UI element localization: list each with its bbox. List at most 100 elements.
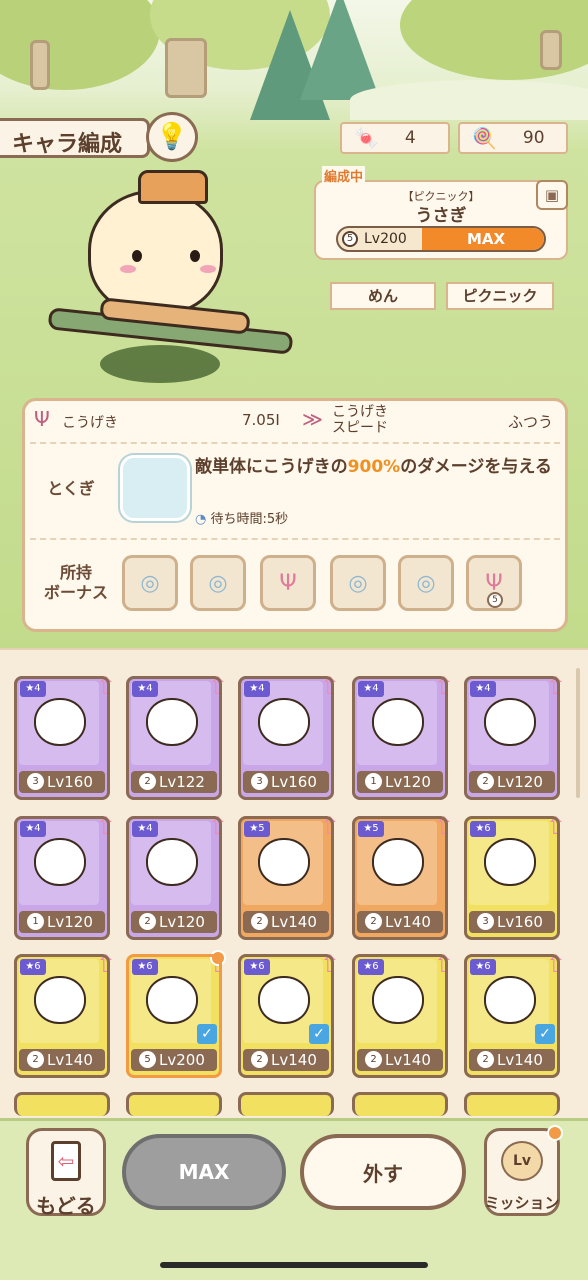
bonus-item[interactable]: ◎ <box>190 555 246 611</box>
slot-frame <box>464 676 560 800</box>
slot-frame <box>352 954 448 1078</box>
slot-frame <box>352 816 448 940</box>
bonus-item[interactable]: Ψ 5 <box>466 555 522 611</box>
divider <box>30 538 560 540</box>
slingshot-icon: Ψ <box>34 407 50 431</box>
slot-frame <box>238 676 334 800</box>
character-slot[interactable]: ★4 ⇧ 1 Lv120 <box>14 814 116 940</box>
character-name: うさぎ <box>415 206 467 226</box>
slot-frame <box>14 954 110 1078</box>
tree-foliage <box>0 0 160 90</box>
special-percent: 900% <box>347 457 401 477</box>
character-slot[interactable]: ★5 ⇧ 2 Lv140 <box>352 814 454 940</box>
slot-frame <box>464 816 560 940</box>
character-slot[interactable]: ★6 ⇧ 3 Lv160 <box>464 814 566 940</box>
hint-button[interactable]: 💡 <box>146 112 198 162</box>
slot-frame <box>352 676 448 800</box>
slot-frame <box>464 954 560 1078</box>
page-title: キャラ編成 <box>12 132 123 157</box>
special-label: とくぎ <box>47 479 95 498</box>
candy-count: 4 <box>404 128 416 148</box>
character-eye <box>132 250 142 262</box>
bonus-item[interactable]: ◎ <box>398 555 454 611</box>
character-slot-partial[interactable] <box>464 1092 560 1116</box>
tag-men[interactable]: めん <box>330 282 436 310</box>
scrollbar[interactable] <box>576 668 580 798</box>
slot-frame <box>14 816 110 940</box>
character-slot[interactable]: ★6 ⇧ 2 Lv140 ✓ <box>238 952 340 1078</box>
slot-frame <box>14 676 110 800</box>
character-slot[interactable]: ★6 ⇧ 2 Lv140 <box>14 952 116 1078</box>
ring-icon: ◎ <box>208 570 228 596</box>
pine-tree <box>300 0 380 100</box>
special-description: 敵単体にこうげきの900%のダメージを与える <box>195 456 555 478</box>
bonus-item[interactable]: ◎ <box>122 555 178 611</box>
divider <box>30 442 560 444</box>
bonus-item[interactable]: ◎ <box>330 555 386 611</box>
character-slot[interactable]: ★4 ⇧ 1 Lv120 <box>352 674 454 800</box>
level-bar: 5 Lv200 MAX <box>336 226 546 252</box>
character-slot[interactable]: ★4 ⇧ 2 Lv120 <box>464 674 566 800</box>
lollipop-count: 90 <box>522 128 545 148</box>
special-text-end: のダメージを与える <box>400 457 552 477</box>
character-slot[interactable]: ★4 ⇧ 2 Lv120 <box>126 814 228 940</box>
character-slot[interactable]: ★4 ⇧ 3 Lv160 <box>14 674 116 800</box>
slot-frame <box>126 816 222 940</box>
exit-icon: ⇦ <box>51 1141 81 1181</box>
character-blush <box>200 265 216 273</box>
notification-dot <box>547 1125 563 1141</box>
bonus-item[interactable]: Ψ <box>260 555 316 611</box>
character-slot[interactable]: ★6 ⇧ 2 Lv140 <box>352 952 454 1078</box>
candy-icon: 🍬 <box>354 126 379 150</box>
unequip-button[interactable]: 外す <box>300 1134 466 1210</box>
slot-frame <box>126 676 222 800</box>
slot-frame <box>238 816 334 940</box>
tree-trunk <box>165 38 207 98</box>
hill <box>350 80 588 120</box>
character-slot[interactable]: ★6 ⇧ 2 Lv140 ✓ <box>464 952 566 1078</box>
speed-icon: ≫ <box>302 407 323 431</box>
candy-counter: 🍬 4 <box>340 122 450 154</box>
stopwatch-icon: ◔ <box>195 512 207 527</box>
slot-frame <box>126 954 222 1078</box>
character-slot-partial[interactable] <box>126 1092 222 1116</box>
mission-label: ミッション <box>484 1194 560 1212</box>
rank-badge: 5 <box>342 231 358 247</box>
bonus-label-line1: 所持 <box>59 563 92 582</box>
character-slot-partial[interactable] <box>352 1092 448 1116</box>
ring-icon: ◎ <box>416 570 436 596</box>
character-eye <box>190 250 200 262</box>
level-text: Lv200 <box>364 231 407 247</box>
home-indicator <box>160 1262 428 1268</box>
lightbulb-icon: 💡 <box>155 122 189 152</box>
slot-frame <box>238 954 334 1078</box>
character-blush <box>120 265 136 273</box>
mission-icon: Lv <box>501 1141 543 1181</box>
character-slot[interactable]: ★6⇧5Lv200✓ <box>126 950 228 1078</box>
wait-time: ◔ 待ち時間:5秒 <box>195 508 288 527</box>
bonus-label: 所持 ボーナス <box>36 563 116 603</box>
max-button[interactable]: MAX <box>122 1134 286 1210</box>
character-slot[interactable]: ★5 ⇧ 2 Lv140 <box>238 814 340 940</box>
character-slot[interactable]: ★4 ⇧ 3 Lv160 <box>238 674 340 800</box>
attack-label: こうげき <box>62 415 118 431</box>
ring-icon: ◎ <box>140 570 160 596</box>
selected-character-art <box>40 165 310 395</box>
speed-value: ふつう <box>508 413 554 431</box>
formation-label: 編成中 <box>322 166 366 185</box>
tree-trunk <box>540 30 562 70</box>
special-text: 敵単体にこうげきの <box>195 457 348 477</box>
character-hat <box>138 170 208 204</box>
level-max-text: MAX <box>466 230 506 248</box>
bonus-label-line2: ボーナス <box>43 583 108 602</box>
speed-label: こうげき スピード <box>332 404 388 436</box>
character-slot-partial[interactable] <box>238 1092 334 1116</box>
character-slot[interactable]: ★4 ⇧ 2 Lv122 <box>126 674 228 800</box>
tag-picnic[interactable]: ピクニック <box>446 282 554 310</box>
speed-label-line1: こうげき <box>332 404 388 420</box>
character-slot-partial[interactable] <box>14 1092 110 1116</box>
tree-trunk <box>30 40 50 90</box>
slingshot-icon: Ψ <box>279 570 297 596</box>
ring-icon: ◎ <box>348 570 368 596</box>
lollipop-icon: 🍭 <box>472 126 497 150</box>
